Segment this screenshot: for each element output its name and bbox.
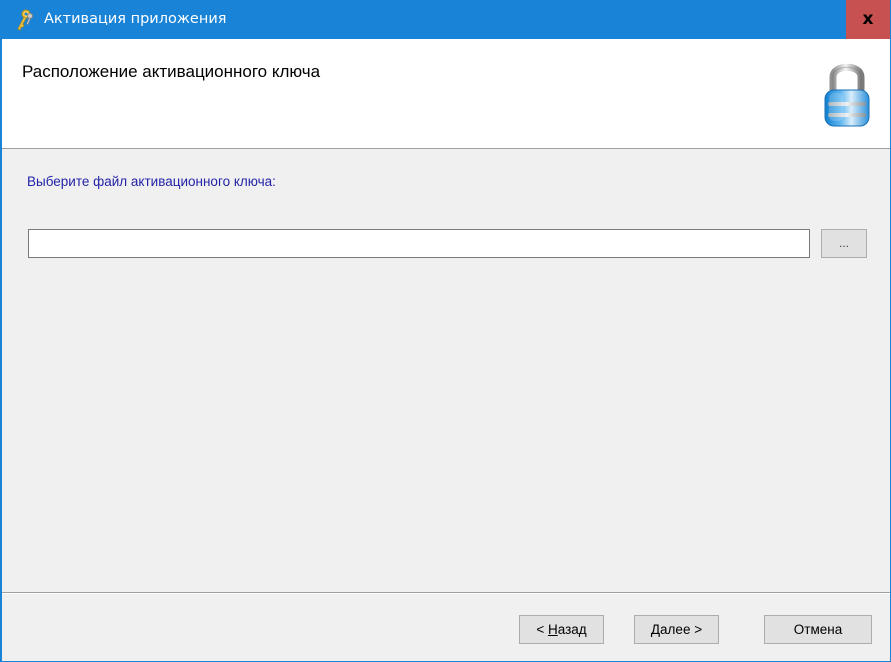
browse-button[interactable]: ...	[821, 229, 867, 258]
window-title: Активация приложения	[44, 11, 227, 27]
back-button-label: азад	[557, 622, 587, 637]
file-prompt-label: Выберите файл активационного ключа:	[27, 174, 276, 189]
back-button[interactable]: < Назад	[519, 615, 604, 644]
next-button-mnemonic: Д	[650, 622, 661, 637]
next-button[interactable]: Далее >	[634, 615, 719, 644]
title-bar[interactable]: Активация приложения x	[2, 0, 890, 39]
wizard-header: Расположение активационного ключа	[2, 39, 890, 149]
cancel-button[interactable]: Отмена	[764, 615, 872, 644]
activation-dialog: Активация приложения x Расположение акти…	[0, 0, 891, 662]
key-file-path-input[interactable]	[28, 229, 810, 258]
close-button[interactable]: x	[846, 0, 890, 39]
back-button-mnemonic: Н	[547, 622, 558, 637]
keys-icon	[17, 9, 33, 31]
back-button-prefix: <	[536, 622, 548, 637]
footer-divider	[2, 592, 890, 594]
padlock-icon	[824, 63, 870, 127]
page-title: Расположение активационного ключа	[22, 62, 321, 81]
next-button-label: алее >	[660, 622, 703, 637]
